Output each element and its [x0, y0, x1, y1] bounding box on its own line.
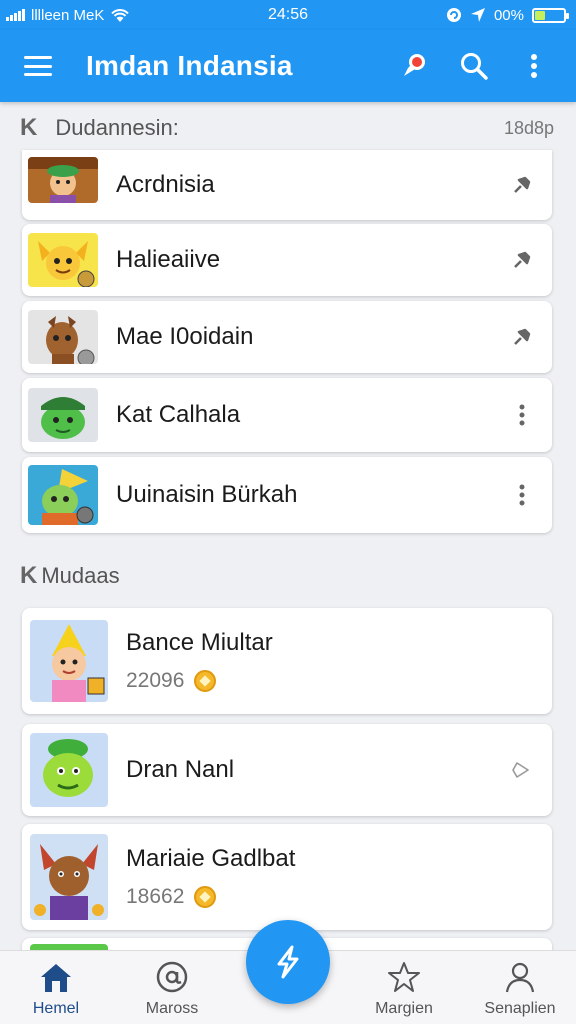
avatar: [30, 733, 108, 807]
at-icon: [156, 961, 188, 993]
home-icon: [41, 964, 71, 992]
section-k-icon: K: [20, 562, 38, 589]
nav-label: Margien: [375, 1000, 433, 1017]
signal-icon: [6, 9, 25, 21]
list-item[interactable]: Dran Nanl: [22, 724, 552, 816]
status-bar: lllleen MeK 24:56 00%: [0, 0, 576, 30]
list-item-title: Halieaiive: [116, 246, 221, 273]
nav-label: Hemel: [32, 1000, 80, 1017]
list-item-title: Bance Miultar: [126, 629, 273, 656]
carrier-label: lllleen MeK: [31, 6, 105, 24]
list-item-title: Mariaie Gadlbat: [126, 845, 296, 872]
nav-favorites[interactable]: Margien: [362, 960, 446, 1018]
list-item[interactable]: Uuinaisin Bürkah: [22, 457, 552, 533]
list-item-title: Mae I0oidain: [116, 323, 254, 350]
chevron-icon[interactable]: [510, 758, 534, 782]
battery-level: [535, 10, 545, 20]
avatar: [28, 310, 98, 364]
list-item-title: Kat Calhala: [116, 401, 241, 428]
person-icon: [505, 962, 535, 993]
list-item-count: 22096: [126, 669, 185, 692]
app-title: Imdan Indansia: [86, 50, 293, 81]
pin-icon[interactable]: [510, 173, 534, 197]
battery-icon: [532, 7, 569, 23]
more-vert-icon[interactable]: [518, 50, 550, 82]
app-bar: Imdan Indansia: [0, 30, 576, 102]
section-title: Dudannesin:: [55, 115, 179, 140]
section-header-1: K Dudannesin: 18d8p: [20, 114, 554, 142]
star-icon: [388, 962, 420, 992]
section-count: 18d8p: [503, 117, 554, 138]
coin-icon: [194, 670, 217, 692]
status-time: 24:56: [267, 6, 309, 23]
list-item[interactable]: Bance Miultar 22096: [22, 608, 552, 714]
nav-messages[interactable]: Maross: [130, 960, 214, 1018]
fab-button[interactable]: [246, 920, 330, 1004]
list-item[interactable]: Mariaie Gadlbat 18662: [22, 824, 552, 930]
battery-percent: 00%: [493, 6, 524, 24]
list-item-title: Acrdnisia: [116, 171, 215, 198]
avatar: [28, 388, 98, 442]
list-item-title: Dran Nanl: [126, 756, 235, 783]
list-item[interactable]: Acrdnisia: [22, 150, 552, 220]
avatar: [30, 620, 108, 702]
more-vert-icon[interactable]: [510, 483, 534, 507]
pin-icon[interactable]: [510, 325, 534, 349]
list-item-title: Uuinaisin Bürkah: [116, 481, 298, 508]
location-arrow-icon: [470, 8, 485, 22]
nav-label: Maross: [145, 1000, 199, 1017]
list-item[interactable]: Kat Calhala: [22, 378, 552, 452]
coin-icon: [194, 886, 217, 908]
avatar: [28, 233, 98, 287]
hamburger-menu-icon[interactable]: [24, 56, 52, 76]
lightning-icon: [277, 945, 299, 979]
list-item[interactable]: Mae I0oidain: [22, 301, 552, 373]
avatar: [30, 834, 108, 920]
avatar: [28, 157, 98, 203]
list-item-count: 18662: [126, 885, 185, 908]
more-vert-icon[interactable]: [510, 403, 534, 427]
nav-home[interactable]: Hemel: [14, 962, 98, 1018]
pin-icon[interactable]: [510, 248, 534, 272]
section-title: Mudaas: [41, 563, 120, 588]
section-k-icon: K: [20, 114, 38, 141]
list-item[interactable]: Halieaiive: [22, 224, 552, 296]
search-icon[interactable]: [458, 50, 490, 82]
nav-profile[interactable]: Senaplien: [478, 960, 562, 1018]
nav-label: Senaplien: [484, 1000, 556, 1017]
notification-icon[interactable]: [398, 50, 430, 82]
section-header-2: K Mudaas: [20, 562, 554, 590]
avatar: [28, 465, 98, 525]
wifi-icon: [111, 9, 130, 22]
sync-icon: [446, 8, 461, 22]
